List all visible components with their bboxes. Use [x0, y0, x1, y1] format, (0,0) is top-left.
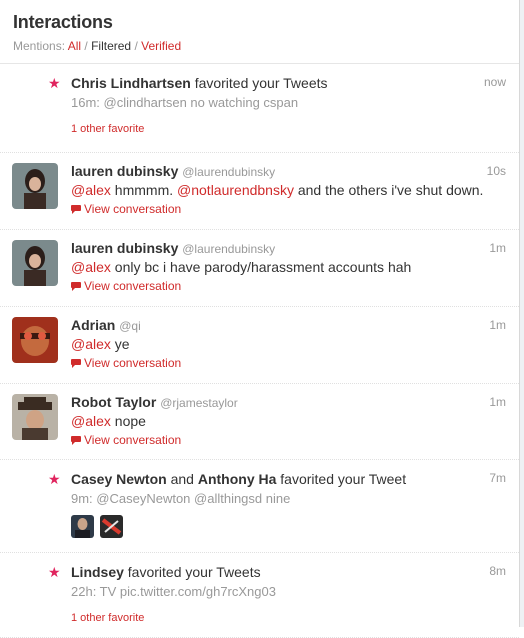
- avatar[interactable]: [12, 163, 58, 209]
- view-conversation-label: View conversation: [84, 202, 182, 216]
- speech-bubble-icon: [71, 358, 81, 368]
- activity-action: favorited your Tweets: [127, 564, 261, 580]
- tweet-author: lauren dubinsky @laurendubinsky: [71, 163, 506, 179]
- page-title: Interactions: [13, 12, 113, 32]
- tweet-text-part: only bc i have parody/harassment account…: [114, 259, 412, 275]
- view-conversation-link[interactable]: View conversation: [71, 202, 506, 216]
- page-gutter: [520, 0, 524, 627]
- activity-summary: Lindsey favorited your Tweets: [71, 564, 506, 580]
- mention-link[interactable]: @notlaurendbnsky: [177, 182, 294, 198]
- actor-name[interactable]: Casey Newton: [71, 471, 167, 487]
- actor-name[interactable]: Lindsey: [71, 564, 124, 580]
- other-favorites-link[interactable]: 1 other favorite: [71, 123, 506, 135]
- view-conversation-link[interactable]: View conversation: [71, 279, 506, 293]
- timestamp: 1m: [489, 318, 506, 332]
- filter-verified-link[interactable]: Verified: [141, 39, 181, 53]
- mentions-filter: Mentions: All / Filtered / Verified: [13, 39, 506, 53]
- tweet-text-part: and the others i've shut down.: [297, 182, 484, 198]
- author-handle[interactable]: @rjamestaylor: [160, 396, 238, 410]
- favorited-tweet-text: 22h: TV pic.twitter.com/gh7rcXng03: [71, 584, 276, 599]
- timestamp: 10s: [486, 164, 506, 178]
- author-handle[interactable]: @qi: [119, 319, 141, 333]
- favorite-activity-item[interactable]: ★ 8m Lindsey favorited your Tweets 22h: …: [0, 553, 519, 638]
- tweet-text-part: hmmmm.: [114, 182, 174, 198]
- view-conversation-link[interactable]: View conversation: [71, 433, 506, 447]
- author-name[interactable]: Robot Taylor: [71, 394, 156, 410]
- tweet-text-part: nope: [114, 413, 146, 429]
- tweet-text: @alex only bc i have parody/harassment a…: [71, 259, 506, 275]
- view-conversation-link[interactable]: View conversation: [71, 356, 506, 370]
- avatar[interactable]: [12, 394, 58, 440]
- mini-avatar[interactable]: [71, 515, 94, 538]
- activity-summary: Casey Newton and Anthony Ha favorited yo…: [71, 471, 506, 487]
- avatar[interactable]: [12, 317, 58, 363]
- panel-header: Interactions Mentions: All / Filtered / …: [0, 0, 519, 64]
- mention-item[interactable]: 1m Robot Taylor @rjamestaylor @alex nope…: [0, 384, 519, 460]
- filter-separator: /: [134, 39, 138, 53]
- timestamp: 1m: [489, 241, 506, 255]
- activity-summary: Chris Lindhartsen favorited your Tweets: [71, 75, 506, 91]
- tweet-text: @alex nope: [71, 413, 506, 429]
- author-name[interactable]: Adrian: [71, 317, 115, 333]
- filter-all-link[interactable]: All: [68, 39, 81, 53]
- timestamp: 7m: [489, 471, 506, 485]
- star-icon: ★: [48, 75, 61, 91]
- tweet-text: @alex hmmmm. @notlaurendbnsky and the ot…: [71, 182, 506, 198]
- timestamp: now: [483, 75, 506, 89]
- activity-action: favorited your Tweet: [280, 471, 407, 487]
- tweet-text-part: ye: [114, 336, 130, 352]
- favorite-activity-item[interactable]: ★ 7m Casey Newton and Anthony Ha favorit…: [0, 460, 519, 553]
- timestamp: 8m: [489, 564, 506, 578]
- author-name[interactable]: lauren dubinsky: [71, 163, 178, 179]
- author-handle[interactable]: @laurendubinsky: [182, 242, 275, 256]
- star-icon: ★: [48, 471, 61, 487]
- favorite-activity-item[interactable]: ★ now Chris Lindhartsen favorited your T…: [0, 64, 519, 153]
- mention-item[interactable]: 1m Adrian @qi @alex ye View conversation: [0, 307, 519, 384]
- mention-link[interactable]: @alex: [71, 413, 111, 429]
- tweet-text: @alex ye: [71, 336, 506, 352]
- favorited-tweet-text: 16m: @clindhartsen no watching cspan: [71, 95, 299, 110]
- activity-conjunction: and: [170, 471, 194, 487]
- author-name[interactable]: lauren dubinsky: [71, 240, 178, 256]
- tweet-author: Adrian @qi: [71, 317, 506, 333]
- favoriting-users: [71, 515, 506, 538]
- speech-bubble-icon: [71, 281, 81, 291]
- mention-link[interactable]: @alex: [71, 259, 111, 275]
- speech-bubble-icon: [71, 435, 81, 445]
- filter-separator: /: [84, 39, 88, 53]
- timestamp: 1m: [489, 395, 506, 409]
- other-favorites-link[interactable]: 1 other favorite: [71, 612, 506, 624]
- view-conversation-label: View conversation: [84, 279, 182, 293]
- tweet-author: Robot Taylor @rjamestaylor: [71, 394, 506, 410]
- mini-avatar[interactable]: [100, 515, 123, 538]
- favorited-tweet-text: 9m: @CaseyNewton @allthingsd nine: [71, 491, 291, 506]
- avatar[interactable]: [12, 240, 58, 286]
- mention-item[interactable]: 10s lauren dubinsky @laurendubinsky @ale…: [0, 153, 519, 230]
- tweet-author: lauren dubinsky @laurendubinsky: [71, 240, 506, 256]
- filter-prefix: Mentions:: [13, 39, 66, 53]
- mention-link[interactable]: @alex: [71, 336, 111, 352]
- interactions-panel: Interactions Mentions: All / Filtered / …: [0, 0, 520, 638]
- filter-filtered-link[interactable]: Filtered: [91, 39, 131, 53]
- view-conversation-label: View conversation: [84, 356, 182, 370]
- speech-bubble-icon: [71, 204, 81, 214]
- mention-link[interactable]: @alex: [71, 182, 111, 198]
- actor-name[interactable]: Anthony Ha: [198, 471, 277, 487]
- actor-name[interactable]: Chris Lindhartsen: [71, 75, 191, 91]
- star-icon: ★: [48, 564, 61, 580]
- mention-item[interactable]: 1m lauren dubinsky @laurendubinsky @alex…: [0, 230, 519, 307]
- activity-action: favorited your Tweets: [194, 75, 328, 91]
- view-conversation-label: View conversation: [84, 433, 182, 447]
- author-handle[interactable]: @laurendubinsky: [182, 165, 275, 179]
